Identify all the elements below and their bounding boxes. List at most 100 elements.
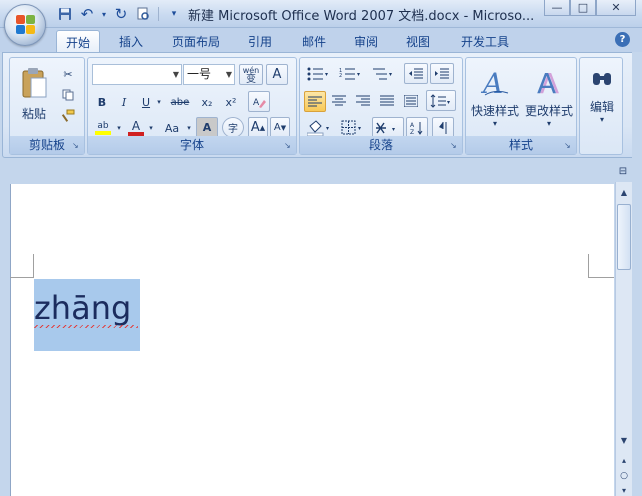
tab-page-layout[interactable]: 页面布局 — [164, 30, 228, 52]
font-name-select[interactable]: ▼ — [92, 64, 182, 85]
customize-toolbar-icon[interactable]: ▾ — [165, 5, 183, 23]
paste-icon — [22, 67, 47, 97]
quick-styles-label: 快速样式 — [470, 103, 519, 118]
superscript-button[interactable]: x² — [220, 92, 242, 112]
chevron-down-icon: ▾ — [599, 115, 604, 124]
justify-button[interactable] — [376, 91, 398, 111]
bold-button[interactable]: B — [92, 92, 112, 112]
scroll-down-icon[interactable]: ▼ — [616, 432, 632, 448]
undo-dropdown-icon[interactable]: ▾ — [100, 5, 108, 23]
line-spacing-button[interactable]: ▾ — [426, 90, 456, 111]
binoculars-icon — [593, 73, 611, 85]
shading-button[interactable]: ▾ — [304, 118, 336, 138]
ribbon-tabs: 开始 插入 页面布局 引用 邮件 审阅 视图 开发工具 ? — [0, 28, 642, 52]
font-color-button[interactable]: A — [126, 118, 146, 138]
view-ruler-icon[interactable]: ⊟ — [615, 166, 631, 182]
close-button[interactable]: ✕ — [596, 0, 636, 16]
toolbar-separator — [158, 7, 159, 21]
document-text[interactable]: zhāng — [34, 289, 131, 327]
change-case-button[interactable]: Aa — [160, 118, 184, 138]
svg-text:A: A — [537, 67, 556, 99]
office-button[interactable] — [4, 4, 46, 46]
scroll-up-icon[interactable]: ▲ — [616, 184, 632, 200]
paragraph-launcher-icon[interactable]: ↘ — [450, 141, 460, 151]
subscript-button[interactable]: x₂ — [196, 92, 218, 112]
next-page-icon[interactable]: ▾ — [616, 482, 632, 496]
font-size-select[interactable]: 一号 ▼ — [183, 64, 235, 85]
borders-button[interactable]: ▾ — [338, 118, 368, 138]
svg-text:▾: ▾ — [447, 99, 450, 106]
print-preview-icon[interactable] — [134, 5, 152, 23]
multilevel-list-button[interactable]: ▾ — [368, 64, 398, 84]
minimize-button[interactable]: — — [544, 0, 570, 16]
chevron-down-icon: ▾ — [492, 118, 497, 128]
underline-button[interactable]: U — [136, 92, 156, 112]
svg-text:▾: ▾ — [357, 71, 360, 78]
italic-button[interactable]: I — [114, 92, 134, 112]
phonetic-guide-button[interactable]: wén 变 — [239, 64, 263, 85]
show-hide-marks-button[interactable] — [432, 117, 454, 138]
help-icon[interactable]: ? — [615, 32, 630, 47]
quick-styles-icon: A — [480, 67, 509, 99]
numbering-button[interactable]: 1 2 ▾ — [336, 64, 366, 84]
styles-launcher-icon[interactable]: ↘ — [564, 141, 574, 151]
chinese-layout-button[interactable]: ▾ — [372, 117, 404, 138]
align-left-button[interactable] — [304, 91, 326, 112]
distributed-button[interactable] — [400, 91, 422, 111]
shrink-font-button[interactable]: A ▼ — [270, 117, 290, 138]
save-icon[interactable] — [56, 5, 74, 23]
strikethrough-button[interactable]: abe — [168, 92, 192, 112]
highlight-dropdown-icon[interactable]: ▾ — [114, 118, 124, 138]
enclose-characters-button[interactable]: 字 — [222, 117, 244, 138]
font-color-dropdown-icon[interactable]: ▾ — [146, 118, 156, 138]
previous-page-icon[interactable]: ▴ — [616, 452, 632, 468]
copy-icon[interactable] — [58, 85, 78, 105]
decrease-indent-button[interactable] — [404, 63, 428, 84]
spelling-error-underline — [34, 325, 138, 328]
quick-styles-button[interactable]: A 快速样式 ▾ — [468, 62, 522, 132]
tab-insert[interactable]: 插入 — [110, 30, 152, 52]
editing-button[interactable]: 编辑 ▾ — [582, 62, 622, 132]
office-logo-icon — [16, 15, 36, 35]
bullets-button[interactable]: ▾ — [304, 64, 334, 84]
underline-dropdown-icon[interactable]: ▾ — [154, 92, 164, 112]
chevron-down-icon: ▾ — [546, 118, 551, 128]
tab-review[interactable]: 审阅 — [346, 30, 386, 52]
tab-mailings[interactable]: 邮件 — [294, 30, 334, 52]
increase-indent-button[interactable] — [430, 63, 454, 84]
character-border-button[interactable]: A — [266, 64, 288, 85]
text-highlight-button[interactable]: ab — [92, 118, 114, 138]
paragraph-group-label: 段落 — [300, 136, 462, 154]
editing-label: 编辑 — [589, 100, 614, 114]
clear-formatting-button[interactable]: A — [248, 91, 270, 112]
vertical-scrollbar[interactable]: ▲ ▼ ▴ ○ ▾ — [615, 182, 632, 496]
format-painter-icon[interactable] — [58, 106, 78, 126]
change-styles-button[interactable]: AA 更改样式 ▾ — [522, 62, 576, 132]
svg-text:Z: Z — [410, 129, 414, 135]
quick-access-toolbar: ↶ ▾ ↻ ▾ — [56, 4, 183, 24]
change-styles-icon: AA — [537, 67, 559, 99]
highlight-label: ab — [97, 121, 109, 131]
cut-icon[interactable]: ✂ — [58, 64, 78, 84]
undo-icon[interactable]: ↶ — [78, 5, 96, 23]
maximize-button[interactable]: □ — [570, 0, 596, 16]
align-center-button[interactable] — [328, 91, 350, 111]
redo-icon[interactable]: ↻ — [112, 5, 130, 23]
tab-view[interactable]: 视图 — [398, 30, 438, 52]
clipboard-launcher-icon[interactable]: ↘ — [72, 141, 82, 151]
editing-group: 编辑 ▾ — [579, 57, 623, 155]
font-launcher-icon[interactable]: ↘ — [284, 141, 294, 151]
sort-button[interactable]: AZ — [406, 117, 428, 138]
tab-developer[interactable]: 开发工具 — [452, 30, 518, 52]
tab-references[interactable]: 引用 — [240, 30, 280, 52]
paste-button[interactable]: 粘贴 — [14, 62, 54, 126]
grow-font-button[interactable]: A ▲ — [248, 117, 268, 138]
tab-home[interactable]: 开始 — [56, 30, 100, 52]
font-group: ▼ 一号 ▼ wén 变 A B I U ▾ abe x₂ x² A ab ▾ … — [87, 57, 297, 155]
scroll-thumb[interactable] — [617, 204, 631, 270]
change-case-dropdown-icon[interactable]: ▾ — [184, 118, 194, 138]
svg-text:▾: ▾ — [392, 126, 395, 133]
align-right-button[interactable] — [352, 91, 374, 111]
font-color-label: A — [131, 119, 141, 133]
character-shading-button[interactable]: A — [196, 117, 218, 138]
